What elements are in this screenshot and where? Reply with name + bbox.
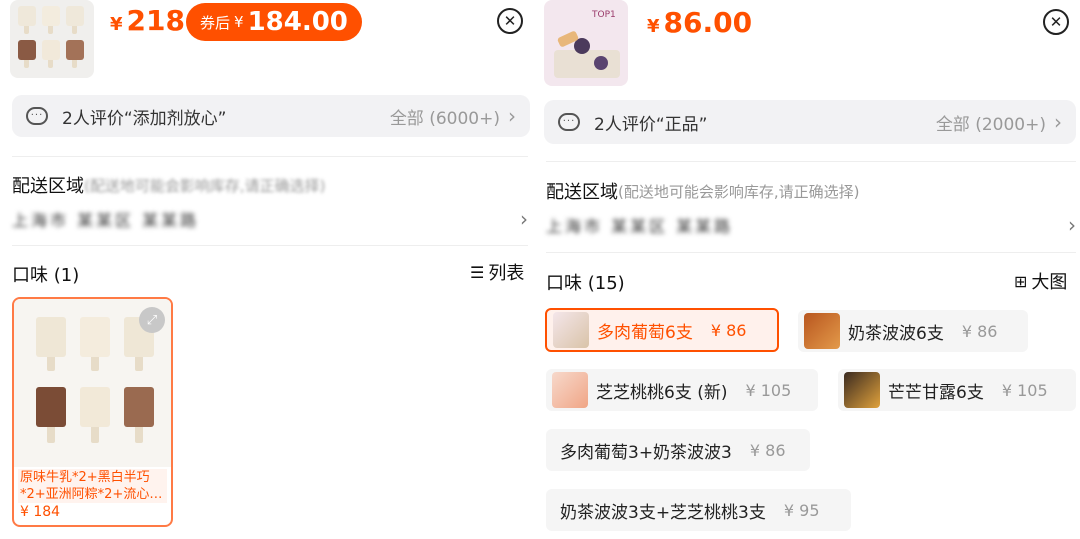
review-text: 2人评价“正品” (594, 114, 708, 135)
thumbnail-caption: TOP1 (592, 10, 616, 20)
option-thumbnail (552, 372, 588, 408)
option-label: 芝芝桃桃6支 (新) (596, 382, 728, 403)
option-card-price: ¥ 184 (20, 504, 61, 520)
left-panel: ¥ 218 券后 ¥ 184.00 ✕ ··· 2人评价“添加剂放心” 全部 (… (0, 0, 540, 539)
review-text: 2人评价“添加剂放心” (62, 108, 227, 129)
chevron-right-icon: › (508, 104, 516, 128)
right-panel: TOP1 ¥ 86.00 ✕ ··· 2人评价“正品” 全部 (2000+) ›… (540, 0, 1080, 539)
delivery-address-row[interactable]: 上海市 某某区 某某路 › (546, 210, 1076, 240)
option-chip[interactable]: 奶茶波波3支+芝芝桃桃3支 ¥ 95 (546, 489, 851, 531)
coupon-currency: ¥ (234, 13, 244, 31)
option-chip[interactable]: 芒芒甘露6支 ¥ 105 (838, 369, 1076, 411)
option-thumbnail (553, 312, 589, 348)
option-chip[interactable]: 多肉葡萄3+奶茶波波3 ¥ 86 (546, 429, 810, 471)
option-price: ¥ 86 (749, 440, 786, 460)
flavor-title: 口味 (1) (12, 265, 80, 286)
price-currency: ¥ (110, 14, 123, 35)
product-thumbnail (10, 0, 94, 78)
delivery-note: (配送地可能会影响库存,请正确选择) (84, 176, 326, 195)
price-currency: ¥ (647, 16, 660, 37)
option-label: 奶茶波波3支+芝芝桃桃3支 (560, 502, 766, 523)
view-toggle-label: 列表 (488, 263, 525, 284)
view-toggle[interactable]: ☰ 列表 (470, 259, 524, 285)
option-label: 多肉葡萄3+奶茶波波3 (560, 442, 732, 463)
option-thumbnail (804, 313, 840, 349)
option-card[interactable]: ⤢ 原味牛乳*2+黑白半巧*2+亚洲阿粽*2+流心… ¥ 184 (12, 297, 173, 527)
flavor-title: 口味 (15) (546, 273, 625, 294)
close-icon[interactable]: ✕ (1043, 9, 1069, 35)
review-all-link[interactable]: 全部 (2000+) (936, 110, 1046, 135)
close-icon[interactable]: ✕ (497, 8, 523, 34)
option-label: 芒芒甘露6支 (888, 382, 984, 403)
chat-bubble-icon: ··· (26, 107, 48, 125)
delivery-title: 配送区域 (546, 182, 618, 203)
delivery-address-row[interactable]: 上海市 某某区 某某路 › (12, 204, 528, 234)
delivery-section: 配送区域 (配送地可能会影响库存,请正确选择) (546, 178, 1076, 204)
divider (12, 156, 528, 157)
delivery-title: 配送区域 (12, 176, 84, 197)
option-card-text: 原味牛乳*2+黑白半巧*2+亚洲阿粽*2+流心… (18, 469, 167, 503)
review-summary-bar[interactable]: ··· 2人评价“添加剂放心” 全部 (6000+) › (12, 95, 530, 137)
delivery-note: (配送地可能会影响库存,请正确选择) (618, 182, 860, 201)
delivery-section: 配送区域 (配送地可能会影响库存,请正确选择) (12, 172, 528, 198)
option-price: ¥ 95 (783, 500, 820, 520)
option-label: 奶茶波波6支 (848, 323, 944, 344)
divider (546, 252, 1076, 253)
review-summary-bar[interactable]: ··· 2人评价“正品” 全部 (2000+) › (544, 100, 1076, 144)
option-chip[interactable]: 多肉葡萄6支 ¥ 86 (545, 308, 779, 352)
price: ¥ 218 (110, 4, 185, 40)
view-toggle[interactable]: ⊞ 大图 (1014, 268, 1067, 294)
divider (12, 245, 528, 246)
expand-icon[interactable]: ⤢ (139, 307, 165, 333)
option-chip[interactable]: 芝芝桃桃6支 (新) ¥ 105 (546, 369, 818, 411)
grid-icon: ⊞ (1014, 271, 1028, 291)
price-amount: 86.00 (663, 6, 753, 39)
option-price: ¥ 105 (1001, 380, 1048, 400)
price: ¥ 86.00 (647, 6, 752, 42)
option-label: 多肉葡萄6支 (597, 322, 693, 343)
option-price: ¥ 105 (745, 380, 792, 400)
product-thumbnail: TOP1 (544, 0, 628, 86)
chat-bubble-icon: ··· (558, 113, 580, 131)
option-thumbnail (844, 372, 880, 408)
delivery-address: 上海市 某某区 某某路 (12, 211, 200, 230)
price-amount: 218 (126, 4, 185, 37)
option-price: ¥ 86 (961, 321, 998, 341)
view-toggle-label: 大图 (1031, 272, 1068, 293)
delivery-address: 上海市 某某区 某某路 (546, 217, 734, 236)
option-price: ¥ 86 (710, 320, 747, 340)
option-chip[interactable]: 奶茶波波6支 ¥ 86 (798, 310, 1028, 352)
coupon-prefix: 券后 (200, 13, 231, 32)
review-all-link[interactable]: 全部 (6000+) (390, 104, 500, 129)
divider (546, 161, 1076, 162)
chevron-right-icon: › (520, 207, 528, 231)
coupon-amount: 184.00 (247, 7, 348, 37)
list-icon: ☰ (470, 262, 485, 282)
chevron-right-icon: › (1068, 213, 1076, 237)
chevron-right-icon: › (1054, 110, 1062, 134)
coupon-price-badge: 券后 ¥ 184.00 (186, 3, 362, 41)
